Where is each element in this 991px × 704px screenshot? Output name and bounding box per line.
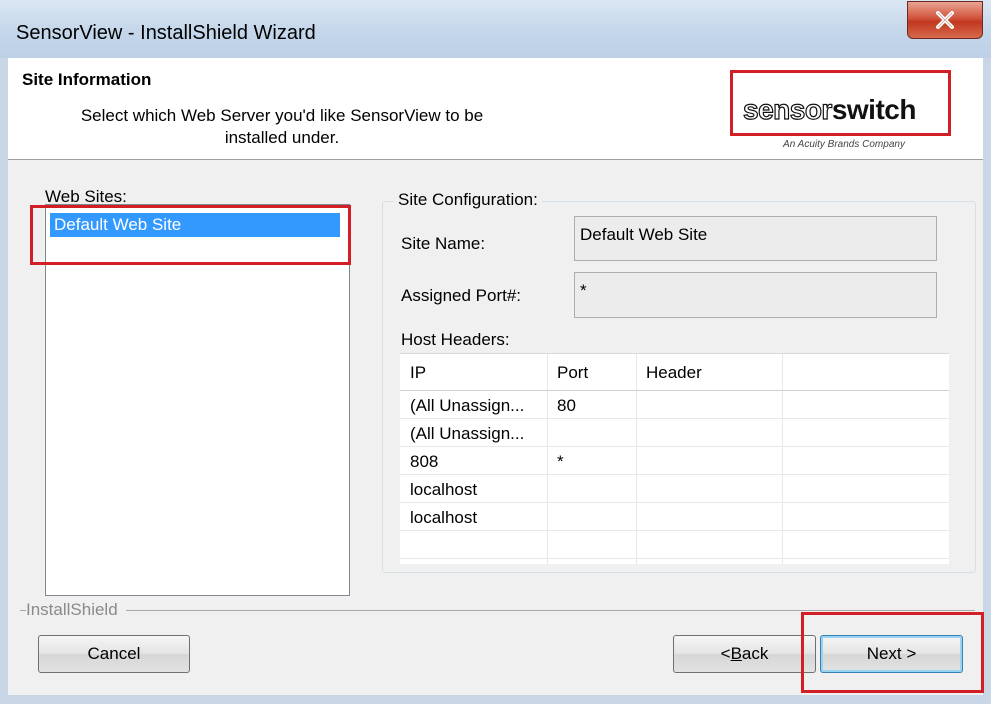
back-label-rest: ack (741, 644, 769, 663)
highlight-box-web-site (30, 205, 351, 265)
assigned-port-field[interactable]: * (574, 272, 937, 318)
page-description: Select which Web Server you'd like Senso… (80, 106, 484, 147)
installshield-brand: InstallShield (26, 600, 126, 620)
back-button[interactable]: < Back (673, 635, 816, 673)
host-headers-table[interactable]: IP Port Header (All Unassign... 80 (All … (400, 353, 949, 564)
assigned-port-label: Assigned Port#: (401, 286, 522, 305)
table-cell-port[interactable]: * (557, 452, 564, 472)
table-cell-ip[interactable]: (All Unassign... (410, 396, 524, 416)
site-configuration-label: Site Configuration: (394, 190, 542, 210)
table-cell-ip[interactable]: 808 (410, 452, 438, 472)
page-title: Site Information (22, 70, 152, 89)
column-header-ip[interactable]: IP (410, 363, 426, 383)
highlight-box-next (801, 612, 984, 693)
back-label-prefix: < (720, 644, 731, 663)
table-cell-ip[interactable]: (All Unassign... (410, 424, 524, 444)
footer-divider (20, 610, 975, 611)
cancel-button[interactable]: Cancel (38, 635, 190, 673)
table-cell-ip[interactable]: localhost (410, 480, 477, 500)
site-name-field[interactable]: Default Web Site (574, 216, 937, 261)
logo-tagline: An Acuity Brands Company (783, 139, 905, 150)
close-button[interactable] (907, 1, 983, 39)
title-bar[interactable]: SensorView - InstallShield Wizard (0, 0, 991, 58)
table-cell-ip[interactable]: localhost (410, 508, 477, 528)
highlight-box-logo (730, 70, 951, 136)
host-headers-label: Host Headers: (401, 330, 510, 349)
column-header-port[interactable]: Port (557, 363, 588, 383)
site-name-label: Site Name: (401, 234, 486, 253)
back-label-accelerator: B (730, 644, 742, 663)
close-icon (936, 11, 954, 29)
table-cell-port[interactable]: 80 (557, 396, 576, 416)
column-header-header[interactable]: Header (646, 363, 702, 383)
window-title: SensorView - InstallShield Wizard (16, 22, 316, 44)
